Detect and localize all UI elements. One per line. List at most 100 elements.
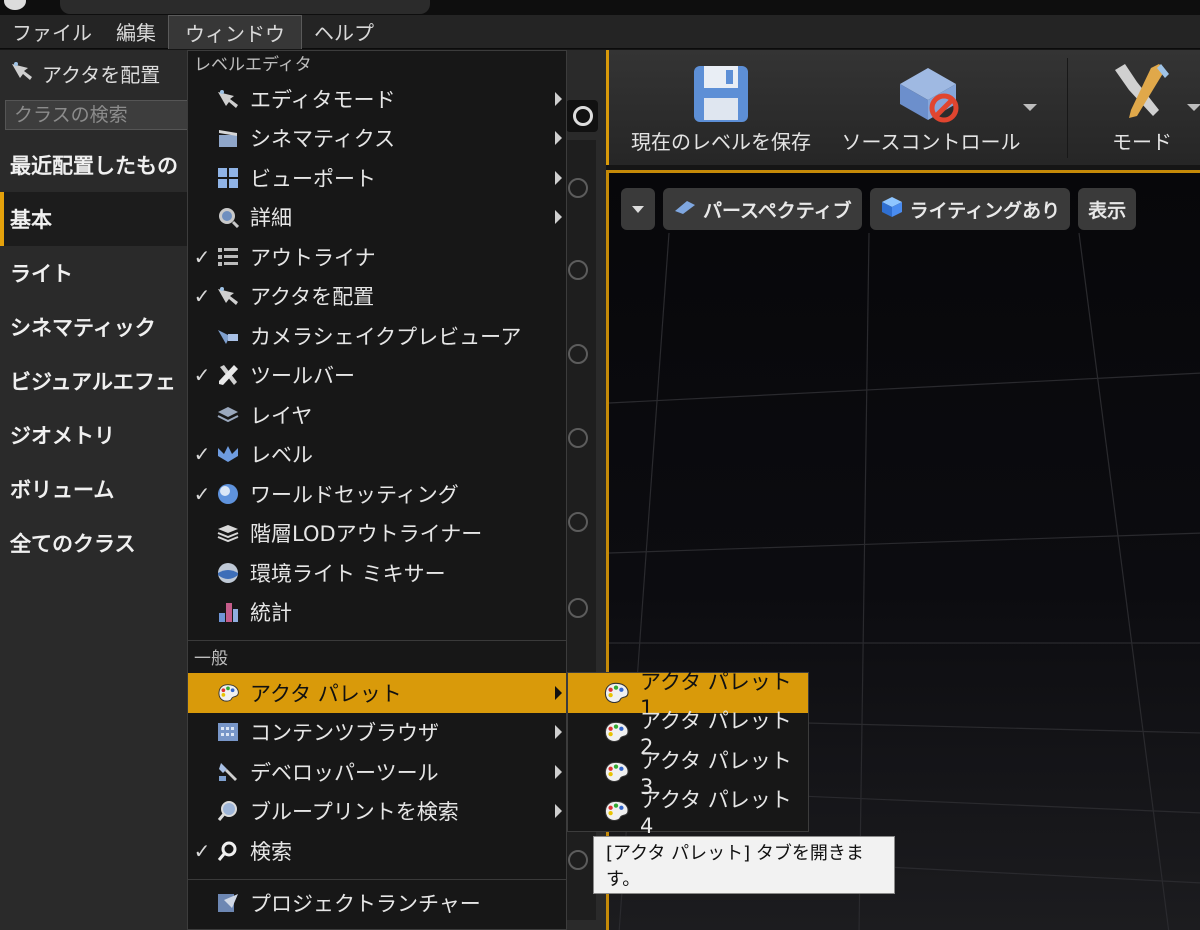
statistics-bars-icon [216,600,240,624]
clapper-icon [216,126,240,150]
submenu-arrow-icon [555,804,562,819]
actor-palette-submenu: アクタ パレット 1 アクタ パレット 2 アクタ パレット 3 アクタ パレッ… [567,670,809,838]
levels-icon [216,442,240,466]
menu-item-label: エディタモード [250,87,396,112]
list-item-ring-icon [568,512,588,532]
modes-tools-icon [1107,60,1177,130]
menu-item-label: 統計 [250,601,292,626]
menu-item-label: シネマティクス [250,127,396,152]
category-cinematic[interactable]: シネマティック [0,300,188,354]
menu-item-content-browser[interactable]: コンテンツブラウザ [188,713,566,753]
section-level-editor: レベルエディタ [194,55,312,75]
menu-item-editor-modes[interactable]: エディタモード [188,79,566,119]
modes-button[interactable]: モード [1087,50,1197,165]
lighting-mode-button[interactable]: ライティングあり [869,188,1071,230]
menu-item-world-settings[interactable]: ✓ ワールドセッティング [188,474,566,514]
menu-item-label: ワールドセッティング [250,482,459,507]
category-recent[interactable]: 最近配置したもの [0,138,188,192]
menu-item-find-in-blueprints[interactable]: ブループリントを検索 [188,792,566,832]
palette-icon [602,799,630,823]
menu-item-outliner[interactable]: ✓ アウトライナ [188,237,566,277]
modes-dropdown-icon[interactable] [1187,104,1200,111]
viewport-options-button[interactable] [621,188,655,230]
menu-item-viewports[interactable]: ビューポート [188,158,566,198]
list-item-ring-icon [568,178,588,198]
menu-item-actor-palette[interactable]: アクタ パレット [188,673,566,713]
checkmark-icon: ✓ [193,481,211,506]
perspective-label: パースペクティブ [703,199,852,222]
viewport-toolbar: パースペクティブ ライティングあり 表示 [621,188,1137,230]
content-browser-icon [216,720,240,744]
class-search-input[interactable]: クラスの検索 [5,100,188,130]
category-lights[interactable]: ライト [0,246,188,300]
menu-divider [188,878,566,880]
menu-item-env-light-mixer[interactable]: 環境ライト ミキサー [188,553,566,593]
layers-icon [216,403,240,427]
category-geometry[interactable]: ジオメトリ [0,408,188,462]
palette-icon [602,681,630,705]
submenu-item-actor-palette-4[interactable]: アクタ パレット 4 [568,788,808,838]
source-control-button[interactable]: ソースコントロール [831,50,1031,165]
menu-item-statistics[interactable]: 統計 [188,593,566,633]
menu-item-toolbar[interactable]: ✓ ツールバー [188,356,566,396]
menu-window[interactable]: ウィンドウ [168,14,302,49]
menu-item-label: ブループリントを検索 [250,800,459,825]
list-item-ring-icon [568,344,588,364]
checkmark-icon: ✓ [193,363,211,388]
menu-item-label: デベロッパーツール [250,760,439,785]
perspective-icon [673,198,697,220]
source-control-dropdown-icon[interactable] [1023,104,1037,111]
project-launcher-icon [216,891,240,915]
place-actors-icon [216,284,240,308]
source-control-icon [894,62,968,130]
show-button[interactable]: 表示 [1078,188,1137,230]
toolbar-tools-icon [216,363,240,387]
menu-item-label: ビューポート [250,166,376,191]
show-label: 表示 [1088,199,1127,222]
menu-item-label: ツールバー [250,364,355,389]
palette-icon [216,681,240,705]
menu-item-place-actors[interactable]: ✓ アクタを配置 [188,277,566,317]
menu-divider [188,640,566,641]
menu-file[interactable]: ファイル [0,15,104,49]
title-strip [0,0,1200,15]
menu-item-developer-tools[interactable]: デベロッパーツール [188,752,566,792]
tooltip-text: [アクタ パレット] タブを開きます。 [606,843,864,890]
category-visual-effects[interactable]: ビジュアルエフェ [0,354,188,408]
menu-edit[interactable]: 編集 [104,15,168,49]
save-level-label: 現在のレベルを保存 [631,130,811,154]
toolbar-separator [1067,58,1068,158]
lighting-label: ライティングあり [909,199,1061,222]
level-tab[interactable] [60,0,430,14]
menu-item-camera-shake-previewer[interactable]: カメラシェイクプレビューア [188,316,566,356]
save-level-button[interactable]: 現在のレベルを保存 [623,50,819,165]
menu-item-details[interactable]: 詳細 [188,198,566,238]
menu-item-label: 環境ライト ミキサー [250,561,446,586]
place-actors-tab[interactable]: アクタを配置 [0,50,188,96]
menu-item-cinematics[interactable]: シネマティクス [188,119,566,159]
place-actors-icon [10,60,34,87]
menu-item-search[interactable]: ✓ 検索 [188,831,566,871]
menu-item-label: 検索 [250,839,292,864]
menu-item-levels[interactable]: ✓ レベル [188,435,566,475]
submenu-arrow-icon [555,91,562,106]
search-button[interactable] [566,100,598,132]
menu-item-layers[interactable]: レイヤ [188,395,566,435]
category-all-classes[interactable]: 全てのクラス [0,516,188,570]
submenu-arrow-icon [555,131,562,146]
palette-icon [602,760,630,784]
modes-label: モード [1112,130,1172,154]
editor-modes-icon [216,87,240,111]
blueprint-search-icon [216,799,240,823]
menu-help[interactable]: ヘルプ [302,15,386,49]
category-volumes[interactable]: ボリューム [0,462,188,516]
camera-shake-icon [216,324,240,348]
category-basic[interactable]: 基本 [0,192,188,246]
menu-item-hlod-outliner[interactable]: 階層LODアウトライナー [188,514,566,554]
menu-item-project-launcher[interactable]: プロジェクトランチャー [188,884,566,924]
list-item-ring-icon [568,850,588,870]
menu-item-label: プロジェクトランチャー [250,892,481,917]
menu-item-label: レベル [250,443,313,468]
menu-item-label: レイヤ [250,403,313,428]
perspective-button[interactable]: パースペクティブ [663,188,862,230]
